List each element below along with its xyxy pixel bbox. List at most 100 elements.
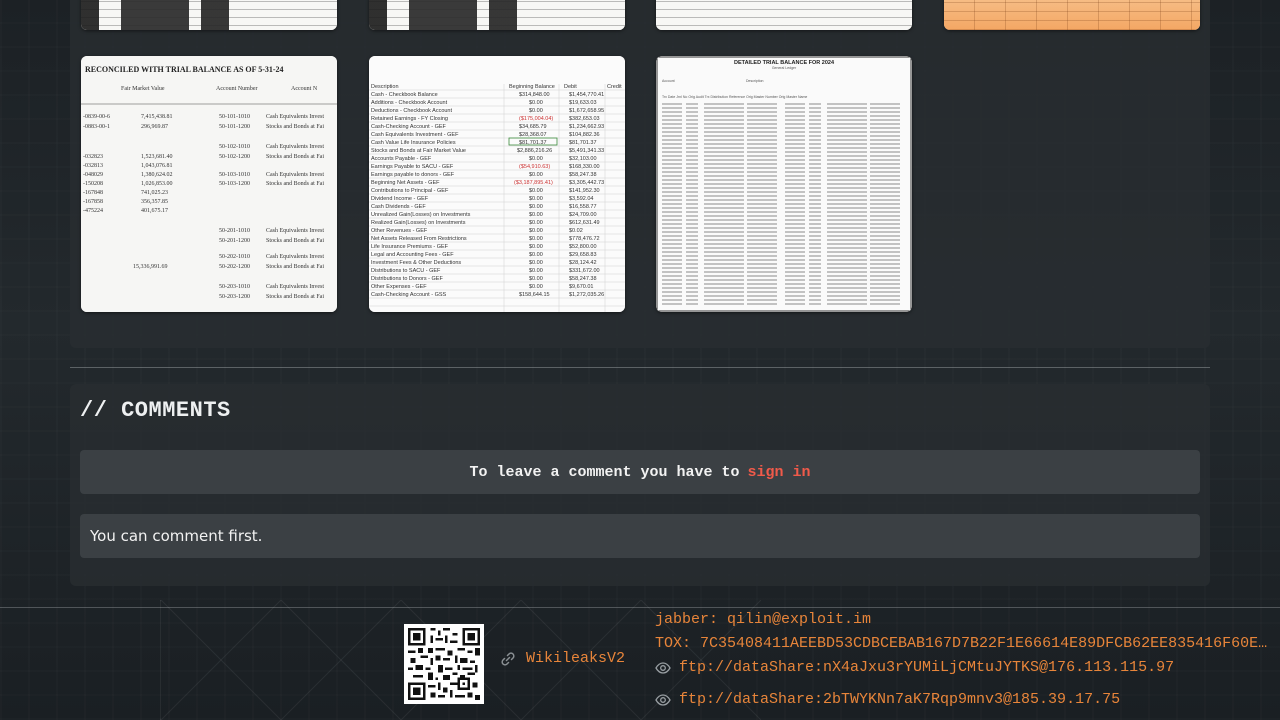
wikileaks-link[interactable]: WikileaksV2 — [500, 650, 625, 667]
svg-text:Cash Dividends - GEF: Cash Dividends - GEF — [371, 204, 426, 210]
svg-text:Account Number: Account Number — [216, 86, 258, 92]
svg-text:50-201-1200: 50-201-1200 — [219, 238, 250, 244]
svg-text:Cash Equivalents Investment -: Cash Equivalents Investment - GEF — [371, 132, 459, 138]
svg-text:Trx Date Jrnl No Orig Audit: Trx Date Jrnl No Orig Audit Trx Distribu… — [662, 95, 807, 99]
svg-text:Fair Market Value: Fair Market Value — [121, 86, 165, 92]
svg-text:Cash - Checkbook Balance: Cash - Checkbook Balance — [371, 92, 438, 98]
svg-text:Legal and Accounting Fees - GE: Legal and Accounting Fees - GEF — [371, 252, 454, 258]
svg-text:$1,454,770.41: $1,454,770.41 — [569, 92, 604, 98]
ftp-link-2[interactable]: ftp://dataShare:2bTWYKNn7aK7Rqp9mnv3@185… — [655, 691, 1275, 708]
gallery-image-3[interactable] — [656, 0, 912, 30]
svg-text:$5,491,341.33: $5,491,341.33 — [569, 148, 604, 154]
gallery-image-7[interactable]: DETAILED TRIAL BALANCE FOR 2024 General … — [656, 56, 912, 312]
svg-text:Debit: Debit — [564, 84, 577, 90]
svg-text:$24,709.00: $24,709.00 — [569, 212, 597, 218]
svg-text:Stocks and Bonds at Fai: Stocks and Bonds at Fai — [266, 124, 324, 130]
svg-text:50-103-1200: 50-103-1200 — [219, 181, 250, 187]
svg-text:$9,670.01: $9,670.01 — [569, 284, 593, 290]
svg-text:741,025.23: 741,025.23 — [141, 190, 168, 196]
svg-text:$2,886,216.26: $2,886,216.26 — [517, 148, 552, 154]
comments-title: // COMMENTS — [80, 398, 231, 423]
svg-text:Stocks and Bonds at Fai: Stocks and Bonds at Fai — [266, 238, 324, 244]
svg-text:General Ledger: General Ledger — [772, 66, 797, 70]
ftp-link-1[interactable]: ftp://dataShare:nX4aJxu3rYUMiLjCMtuJYTKS… — [655, 659, 1275, 676]
svg-text:Earnings payable to donors - G: Earnings payable to donors - GEF — [371, 172, 455, 178]
section-divider — [70, 367, 1210, 368]
svg-text:$0.00: $0.00 — [529, 268, 543, 274]
svg-text:$104,882.36: $104,882.36 — [569, 132, 600, 138]
empty-comments-text: You can comment first. — [90, 527, 263, 545]
svg-text:$29,658.83: $29,658.83 — [569, 252, 597, 258]
svg-text:$0.00: $0.00 — [529, 172, 543, 178]
svg-text:Unrealized Gain(Losses) on Inv: Unrealized Gain(Losses) on Investments — [371, 212, 471, 218]
svg-text:50-101-1200: 50-101-1200 — [219, 124, 250, 130]
svg-text:$19,633.03: $19,633.03 — [569, 100, 597, 106]
svg-text:$0.00: $0.00 — [529, 244, 543, 250]
sign-in-link[interactable]: sign in — [748, 464, 811, 481]
svg-text:$16,558.77: $16,558.77 — [569, 204, 597, 210]
svg-text:($3,187,895.41): ($3,187,895.41) — [514, 180, 553, 186]
svg-text:-0839-00-6: -0839-00-6 — [83, 114, 110, 120]
svg-text:$0.00: $0.00 — [529, 196, 543, 202]
svg-text:$32,103.00: $32,103.00 — [569, 156, 597, 162]
svg-text:$58,247.38: $58,247.38 — [569, 172, 597, 178]
qr-code — [404, 624, 484, 704]
svg-text:Net Assets Released From Restr: Net Assets Released From Restrictions — [371, 236, 467, 242]
detailed-trial-balance-image: DETAILED TRIAL BALANCE FOR 2024 General … — [656, 56, 912, 312]
svg-text:$0.00: $0.00 — [529, 188, 543, 194]
svg-text:$778,476.72: $778,476.72 — [569, 236, 600, 242]
svg-text:Description: Description — [746, 79, 764, 83]
gallery-image-5[interactable]: RECONCILED WITH TRIAL BALANCE AS OF 5-31… — [81, 56, 337, 312]
eye-icon — [655, 661, 671, 674]
svg-text:Account N: Account N — [291, 86, 318, 92]
gallery-image-4[interactable] — [944, 0, 1200, 30]
svg-text:50-203-1200: 50-203-1200 — [219, 294, 250, 300]
svg-text:50-201-1010: 50-201-1010 — [219, 228, 250, 234]
signin-prefix: To leave a comment you have to — [469, 463, 740, 481]
svg-text:Cash-Checking Account - GEF: Cash-Checking Account - GEF — [371, 124, 447, 130]
gallery-image-6[interactable]: Description Beginning Balance Debit Credit … — [369, 56, 625, 312]
svg-text:$382,653.03: $382,653.03 — [569, 116, 600, 122]
svg-text:Cash Equivalents Invest: Cash Equivalents Invest — [266, 172, 324, 178]
svg-text:$168,330.00: $168,330.00 — [569, 164, 600, 170]
svg-text:$141,952.30: $141,952.30 — [569, 188, 600, 194]
svg-text:50-202-1200: 50-202-1200 — [219, 264, 250, 270]
svg-text:$158,644.15: $158,644.15 — [519, 292, 550, 298]
svg-text:$0.00: $0.00 — [529, 276, 543, 282]
svg-text:$0.00: $0.00 — [529, 228, 543, 234]
svg-text:Stocks and Bonds at Fai: Stocks and Bonds at Fai — [266, 294, 324, 300]
svg-text:-032823: -032823 — [83, 154, 103, 160]
svg-text:50-202-1010: 50-202-1010 — [219, 254, 250, 260]
gallery-image-1[interactable] — [81, 0, 337, 30]
svg-text:-167858: -167858 — [83, 199, 103, 205]
svg-text:Realized Gain(Losses) on Inves: Realized Gain(Losses) on Investments — [371, 220, 466, 226]
svg-text:RECONCILED WITH TRIAL BALANCE: RECONCILED WITH TRIAL BALANCE AS OF 5-31… — [85, 65, 284, 74]
svg-text:Cash Equivalents Invest: Cash Equivalents Invest — [266, 114, 324, 120]
svg-text:Life Insurance Premiums - GEF: Life Insurance Premiums - GEF — [371, 244, 449, 250]
svg-text:$612,631.49: $612,631.49 — [569, 220, 600, 226]
svg-text:401,675.17: 401,675.17 — [141, 208, 168, 214]
svg-text:50-101-1010: 50-101-1010 — [219, 114, 250, 120]
jabber-contact: jabber: qilin@exploit.im — [655, 611, 872, 628]
link-icon — [501, 651, 515, 666]
svg-text:($54,910.63): ($54,910.63) — [519, 164, 550, 170]
svg-text:Dividend Income - GEF: Dividend Income - GEF — [371, 196, 429, 202]
eye-icon — [655, 693, 671, 706]
svg-text:$1,272,035.26: $1,272,035.26 — [569, 292, 604, 298]
svg-text:Cash Equivalents Invest: Cash Equivalents Invest — [266, 284, 324, 290]
svg-text:$58,247.38: $58,247.38 — [569, 276, 597, 282]
svg-text:$0.00: $0.00 — [529, 204, 543, 210]
svg-text:7,415,438.81: 7,415,438.81 — [141, 114, 173, 120]
svg-text:1,043,076.81: 1,043,076.81 — [141, 163, 173, 169]
svg-text:Stocks and Bonds at Fair Marke: Stocks and Bonds at Fair Market Value — [371, 148, 466, 154]
svg-text:-150208: -150208 — [83, 181, 103, 187]
svg-text:$0.00: $0.00 — [529, 284, 543, 290]
svg-text:-475224: -475224 — [83, 208, 103, 214]
svg-text:Description: Description — [371, 84, 399, 90]
svg-text:$34,685.79: $34,685.79 — [519, 124, 547, 130]
gallery-image-2[interactable] — [369, 0, 625, 30]
svg-text:1,523,681.40: 1,523,681.40 — [141, 154, 173, 160]
svg-text:-032813: -032813 — [83, 163, 103, 169]
svg-text:50-102-1010: 50-102-1010 — [219, 144, 250, 150]
svg-text:Cash Value Life Insurance Poli: Cash Value Life Insurance Policies — [371, 140, 456, 146]
